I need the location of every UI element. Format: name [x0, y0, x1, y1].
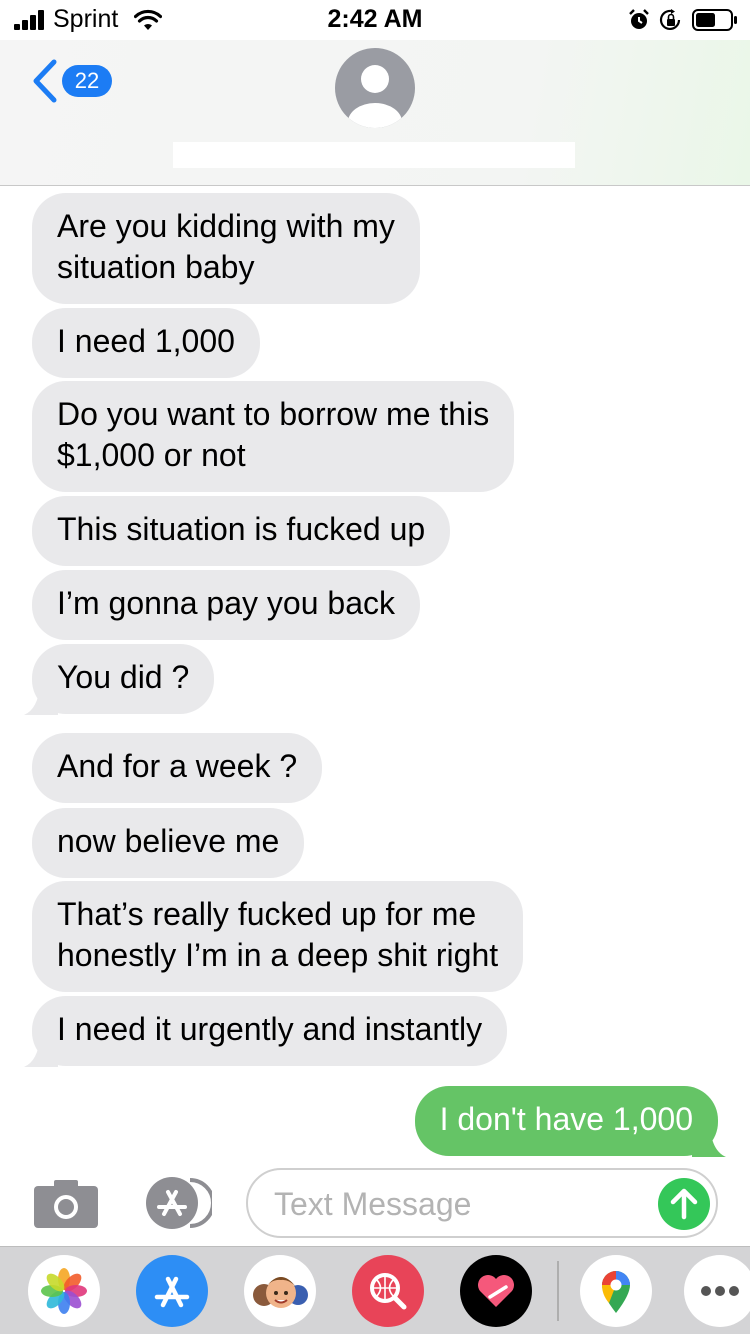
message-text: That’s really fucked up for me honestly … [57, 896, 499, 973]
battery-icon [692, 9, 737, 31]
photos-app-icon[interactable] [28, 1255, 100, 1327]
message-text: I’m gonna pay you back [57, 585, 395, 621]
message-text: This situation is fucked up [57, 511, 426, 547]
message-text: Do you want to borrow me this $1,000 or … [57, 396, 490, 473]
message-bubble-incoming[interactable]: That’s really fucked up for me honestly … [32, 881, 524, 992]
back-button[interactable]: 22 [30, 58, 120, 104]
message-bubble-incoming[interactable]: This situation is fucked up [32, 496, 451, 566]
app-store-button[interactable] [140, 1176, 212, 1230]
message-list[interactable]: Are you kidding with my situation baby I… [0, 187, 750, 1157]
message-text: I need it urgently and instantly [57, 1011, 483, 1047]
message-text: I need 1,000 [57, 323, 235, 359]
digital-touch-app-icon[interactable] [460, 1255, 532, 1327]
status-bar: Sprint 2:42 AM [0, 0, 750, 40]
message-bubble-incoming[interactable]: I’m gonna pay you back [32, 570, 420, 640]
message-bubble-incoming[interactable]: I need 1,000 [32, 308, 260, 378]
chevron-left-icon [33, 59, 57, 103]
alarm-icon [629, 9, 649, 29]
message-text: You did ? [57, 659, 190, 695]
app-drawer [0, 1246, 750, 1334]
message-input-field[interactable] [246, 1168, 718, 1238]
message-text: And for a week ? [57, 748, 298, 784]
message-bubble-incoming[interactable]: You did ? [32, 644, 215, 714]
message-text: Are you kidding with my situation baby [57, 208, 395, 285]
app-store-app-icon[interactable] [136, 1255, 208, 1327]
conversation-header: 22 [0, 40, 750, 186]
message-bubble-incoming[interactable]: Do you want to borrow me this $1,000 or … [32, 381, 515, 492]
message-bubble-incoming[interactable]: Are you kidding with my situation baby [32, 193, 420, 304]
search-images-app-icon[interactable] [352, 1255, 424, 1327]
message-bubble-incoming[interactable]: I need it urgently and instantly [32, 996, 508, 1066]
composer-bar [0, 1158, 750, 1246]
unread-count-badge: 22 [62, 65, 112, 97]
arrow-up-icon [670, 1188, 698, 1220]
message-text: now believe me [57, 823, 280, 859]
google-maps-app-icon[interactable] [580, 1255, 652, 1327]
orientation-lock-icon [659, 9, 681, 31]
message-bubble-incoming[interactable]: now believe me [32, 808, 305, 878]
message-text: I don't have 1,000 [439, 1101, 693, 1137]
drawer-divider [557, 1261, 559, 1321]
message-bubble-incoming[interactable]: And for a week ? [32, 733, 323, 803]
camera-button[interactable] [34, 1178, 98, 1228]
message-input[interactable] [274, 1182, 644, 1226]
more-apps-icon[interactable] [684, 1255, 750, 1327]
message-bubble-outgoing[interactable]: I don't have 1,000 [414, 1086, 718, 1156]
send-button[interactable] [658, 1178, 710, 1230]
contact-name[interactable] [173, 142, 575, 168]
contact-avatar[interactable] [335, 48, 415, 128]
memoji-app-icon[interactable] [244, 1255, 316, 1327]
